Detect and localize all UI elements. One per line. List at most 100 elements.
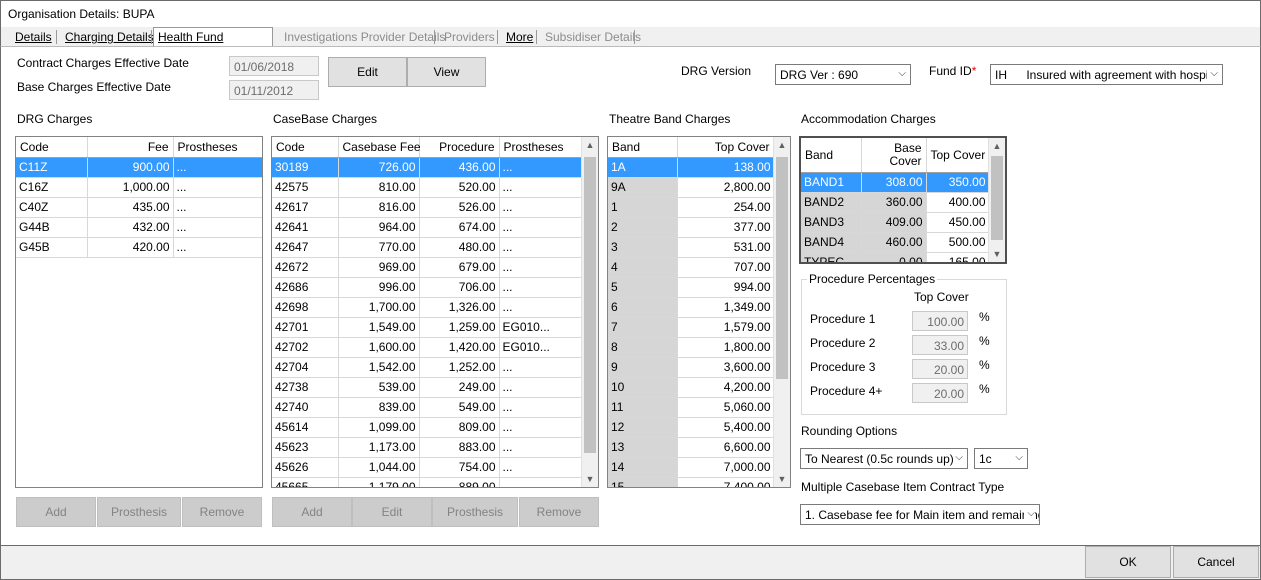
table-cell[interactable]: C16Z — [16, 177, 88, 198]
table-cell[interactable]: 13 — [608, 437, 678, 458]
table-cell[interactable]: 2 — [608, 217, 678, 238]
table-cell[interactable]: 5,400.00 — [677, 417, 775, 438]
table-row[interactable]: 15 7,400.00 — [608, 477, 775, 487]
table-cell[interactable]: 500.00 — [926, 232, 990, 253]
table-cell[interactable]: 1,099.00 — [338, 417, 420, 438]
table-cell[interactable]: ... — [499, 417, 583, 438]
table-cell[interactable]: 1,173.00 — [338, 437, 420, 458]
column-header[interactable]: Fee — [87, 137, 174, 158]
ok-button[interactable]: OK — [1085, 546, 1171, 578]
column-header[interactable]: Prostheses — [173, 137, 262, 158]
table-cell[interactable]: G44B — [16, 217, 88, 238]
table-cell[interactable]: 1,800.00 — [677, 337, 775, 358]
column-header[interactable]: Code — [272, 137, 339, 158]
scroll-down-icon[interactable]: ▼ — [582, 471, 598, 487]
multiple-casebase-select[interactable]: 1. Casebase fee for Main item and remain… — [800, 504, 1040, 525]
table-cell[interactable]: 1,326.00 — [419, 297, 500, 318]
table-cell[interactable]: ... — [499, 217, 583, 238]
table-cell[interactable]: 138.00 — [677, 157, 775, 178]
table-row[interactable]: C16Z 1,000.00... — [16, 177, 262, 198]
table-cell[interactable]: 1 — [608, 197, 678, 218]
accommodation-grid[interactable]: Band Base Cover Top Cover BAND1 308.00 350.0… — [799, 136, 1007, 264]
table-cell[interactable]: 1,349.00 — [677, 297, 775, 318]
table-cell[interactable]: 706.00 — [419, 277, 500, 298]
table-cell[interactable]: 460.00 — [861, 232, 927, 253]
fund-id-select[interactable]: IH Insured with agreement with hospit ⌵ — [990, 64, 1223, 85]
table-row[interactable]: BAND3 409.00 450.00 — [801, 212, 990, 233]
table-cell[interactable]: 7 — [608, 317, 678, 338]
table-row[interactable]: 2 377.00 — [608, 217, 775, 238]
table-cell[interactable]: 42698 — [272, 297, 339, 318]
table-cell[interactable]: 8 — [608, 337, 678, 358]
table-cell[interactable]: 1,259.00 — [419, 317, 500, 338]
table-row[interactable]: 11 5,060.00 — [608, 397, 775, 418]
table-cell[interactable]: ... — [173, 177, 262, 198]
table-cell[interactable]: 994.00 — [677, 277, 775, 298]
table-row[interactable]: 14 7,000.00 — [608, 457, 775, 478]
table-row[interactable]: C40Z 435.00... — [16, 197, 262, 218]
table-cell[interactable]: 5,060.00 — [677, 397, 775, 418]
column-header[interactable]: Casebase Fee — [338, 137, 421, 158]
table-cell[interactable]: 420.00 — [87, 237, 174, 258]
table-cell[interactable]: 249.00 — [419, 377, 500, 398]
table-cell[interactable]: EG010... — [499, 317, 583, 338]
table-row[interactable]: 12 5,400.00 — [608, 417, 775, 438]
scroll-thumb[interactable] — [776, 157, 788, 379]
table-cell[interactable]: ... — [499, 297, 583, 318]
table-cell[interactable]: 409.00 — [861, 212, 927, 233]
table-cell[interactable]: ... — [499, 157, 583, 178]
table-cell[interactable]: 3 — [608, 237, 678, 258]
table-cell[interactable]: 810.00 — [338, 177, 420, 198]
table-cell[interactable]: EG010... — [499, 337, 583, 358]
table-cell[interactable]: 360.00 — [861, 192, 927, 213]
table-cell[interactable]: 726.00 — [338, 157, 420, 178]
table-row[interactable]: G44B 432.00... — [16, 217, 262, 238]
table-cell[interactable]: 42702 — [272, 337, 339, 358]
table-cell[interactable]: 969.00 — [338, 257, 420, 278]
table-cell[interactable]: 1,600.00 — [338, 337, 420, 358]
table-cell[interactable]: 1A — [608, 157, 678, 178]
table-row[interactable]: G45B 420.00... — [16, 237, 262, 258]
table-cell[interactable]: C40Z — [16, 197, 88, 218]
casebase-scrollbar[interactable]: ▲ ▼ — [581, 137, 598, 487]
table-cell[interactable]: 165.00 — [926, 252, 990, 262]
table-cell[interactable]: 3,600.00 — [677, 357, 775, 378]
table-row[interactable]: 3 531.00 — [608, 237, 775, 258]
table-cell[interactable]: 6,600.00 — [677, 437, 775, 458]
table-row[interactable]: 42686 996.00 706.00... — [272, 277, 583, 298]
table-cell[interactable]: 1,549.00 — [338, 317, 420, 338]
table-row[interactable]: 9 3,600.00 — [608, 357, 775, 378]
rounding-unit-select[interactable]: 1c ⌵ — [974, 448, 1028, 469]
table-cell[interactable]: 770.00 — [338, 237, 420, 258]
table-cell[interactable]: ... — [173, 217, 262, 238]
table-cell[interactable]: 839.00 — [338, 397, 420, 418]
table-cell[interactable]: 996.00 — [338, 277, 420, 298]
column-header[interactable]: Band — [608, 137, 678, 158]
table-cell[interactable]: 400.00 — [926, 192, 990, 213]
table-cell[interactable]: ... — [499, 257, 583, 278]
table-cell[interactable]: 45626 — [272, 457, 339, 478]
table-cell[interactable]: 526.00 — [419, 197, 500, 218]
column-header[interactable]: Code — [16, 137, 88, 158]
table-row[interactable]: 1A 138.00 — [608, 157, 775, 178]
table-row[interactable]: 45665 1,179.00 889.00... — [272, 477, 583, 487]
table-row[interactable]: 42617 816.00 526.00... — [272, 197, 583, 218]
table-cell[interactable]: 1,542.00 — [338, 357, 420, 378]
table-cell[interactable]: 1,000.00 — [87, 177, 174, 198]
table-cell[interactable]: 816.00 — [338, 197, 420, 218]
table-row[interactable]: 42701 1,549.00 1,259.00 EG010... — [272, 317, 583, 338]
table-cell[interactable]: 531.00 — [677, 237, 775, 258]
table-cell[interactable]: 42641 — [272, 217, 339, 238]
table-row[interactable]: 42672 969.00 679.00... — [272, 257, 583, 278]
table-cell[interactable]: ... — [499, 377, 583, 398]
table-cell[interactable]: 9 — [608, 357, 678, 378]
table-cell[interactable]: BAND3 — [801, 212, 862, 233]
table-row[interactable]: 5 994.00 — [608, 277, 775, 298]
table-cell[interactable]: 12 — [608, 417, 678, 438]
table-cell[interactable]: ... — [173, 237, 262, 258]
table-cell[interactable]: 308.00 — [861, 172, 927, 193]
table-cell[interactable]: 754.00 — [419, 457, 500, 478]
table-cell[interactable]: 964.00 — [338, 217, 420, 238]
scroll-down-icon[interactable]: ▼ — [774, 471, 790, 487]
column-header[interactable]: Top Cover — [926, 138, 990, 173]
